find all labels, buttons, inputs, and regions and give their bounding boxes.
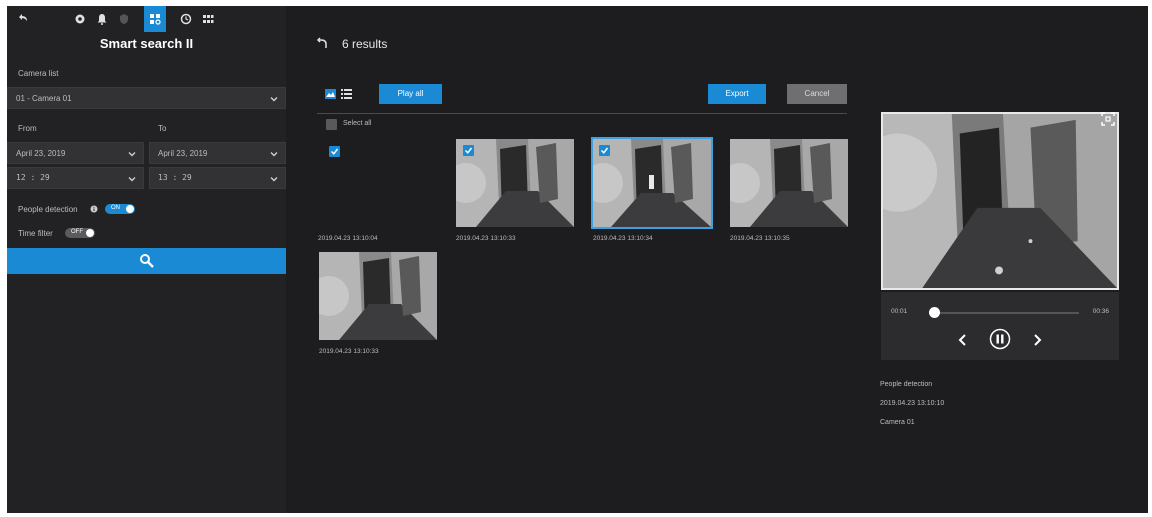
toolbar-divider xyxy=(317,113,847,114)
event-type: People detection xyxy=(880,381,933,388)
info-icon[interactable] xyxy=(90,205,98,213)
toggle-state: ON xyxy=(111,205,120,211)
fullscreen-icon[interactable] xyxy=(1101,112,1115,126)
chevron-left-icon xyxy=(958,334,966,346)
thumbnail[interactable] xyxy=(319,252,437,340)
time-filter-toggle[interactable]: OFF xyxy=(65,228,95,238)
thumbnail[interactable] xyxy=(730,139,848,227)
from-time-select[interactable]: 12 : 29 xyxy=(7,167,144,189)
play-all-button[interactable]: Play all xyxy=(379,84,442,104)
from-date-value: April 23, 2019 xyxy=(16,149,66,158)
from-date-select[interactable]: April 23, 2019 xyxy=(7,142,144,164)
thumbnail-checkbox[interactable] xyxy=(599,145,610,156)
to-date-value: April 23, 2019 xyxy=(158,149,208,158)
chevron-down-icon xyxy=(128,177,136,182)
seek-track[interactable] xyxy=(929,312,1079,314)
corridor-image xyxy=(730,139,848,227)
search-icon xyxy=(139,254,154,268)
bell-icon[interactable] xyxy=(91,8,113,30)
people-detection-toggle[interactable]: ON xyxy=(105,204,135,214)
chevron-down-icon xyxy=(270,97,278,102)
chevron-down-icon xyxy=(270,152,278,157)
thumbnail-timestamp: 2019.04.23 13:10:04 xyxy=(318,235,378,242)
app-window: Smart search II Camera list 01 - Camera … xyxy=(7,6,1148,513)
video-preview[interactable] xyxy=(881,112,1119,290)
smart-search-icon[interactable] xyxy=(144,6,166,32)
to-label: To xyxy=(158,124,167,133)
undo-icon[interactable] xyxy=(316,37,328,49)
camera-select-value: 01 - Camera 01 xyxy=(16,94,72,103)
to-time-select[interactable]: 13 : 29 xyxy=(149,167,286,189)
toggle-knob xyxy=(126,205,134,213)
event-camera: Camera 01 xyxy=(880,419,915,426)
panel-title: Smart search II xyxy=(99,36,194,51)
playback-controls: 00:01 00:36 xyxy=(881,292,1119,360)
chevron-down-icon xyxy=(270,177,278,182)
sidebar: Smart search II Camera list 01 - Camera … xyxy=(7,6,286,513)
toggle-knob xyxy=(86,229,94,237)
people-detection-label: People detection xyxy=(18,205,78,214)
thumbnail-view-icon[interactable] xyxy=(325,89,336,99)
shield-icon[interactable] xyxy=(113,8,135,30)
to-time-value: 13 : 29 xyxy=(158,173,192,182)
checkmark-icon xyxy=(330,148,339,155)
from-label: From xyxy=(18,124,37,133)
total-time: 00:36 xyxy=(1092,308,1109,315)
toolbar xyxy=(7,6,286,32)
playback-icon[interactable] xyxy=(175,8,197,30)
corridor-image xyxy=(593,139,711,227)
search-button[interactable] xyxy=(7,248,286,274)
thumbnail-selected[interactable] xyxy=(591,137,713,229)
checkmark-icon xyxy=(600,147,609,154)
camera-list-label: Camera list xyxy=(18,69,59,78)
toggle-state: OFF xyxy=(71,229,83,235)
thumbnail-timestamp: 2019.04.23 13:10:34 xyxy=(593,235,653,242)
camera-icon[interactable] xyxy=(69,8,91,30)
select-all-label: Select all xyxy=(343,120,372,127)
to-date-select[interactable]: April 23, 2019 xyxy=(149,142,286,164)
corridor-image xyxy=(319,252,437,340)
seek-handle[interactable] xyxy=(928,307,940,318)
list-view-icon[interactable] xyxy=(341,89,352,99)
select-all-checkbox[interactable] xyxy=(326,119,337,130)
chevron-down-icon xyxy=(128,152,136,157)
from-time-value: 12 : 29 xyxy=(16,173,50,182)
thumbnail-timestamp: 2019.04.23 13:10:33 xyxy=(456,235,516,242)
current-time: 00:01 xyxy=(891,308,908,315)
cancel-button[interactable]: Cancel xyxy=(787,84,847,104)
pause-icon xyxy=(989,328,1011,350)
back-icon[interactable] xyxy=(11,8,33,30)
results-count: 6 results xyxy=(342,37,388,51)
thumbnail-timestamp: 2019.04.23 13:10:33 xyxy=(319,348,379,355)
grid-icon[interactable] xyxy=(197,8,219,30)
thumbnail-checkbox[interactable] xyxy=(463,145,474,156)
export-button[interactable]: Export xyxy=(708,84,766,104)
camera-select[interactable]: 01 - Camera 01 xyxy=(7,87,286,109)
event-timestamp: 2019.04.23 13:10:10 xyxy=(880,400,945,407)
corridor-image xyxy=(883,114,1117,288)
next-button[interactable] xyxy=(1029,332,1045,348)
thumbnail-checkbox[interactable] xyxy=(329,146,340,157)
time-filter-label: Time filter xyxy=(18,229,53,238)
checkmark-icon xyxy=(464,147,473,154)
thumbnail-timestamp: 2019.04.23 13:10:35 xyxy=(730,235,790,242)
pause-button[interactable] xyxy=(989,328,1011,350)
previous-button[interactable] xyxy=(955,332,971,348)
chevron-right-icon xyxy=(1034,334,1042,346)
